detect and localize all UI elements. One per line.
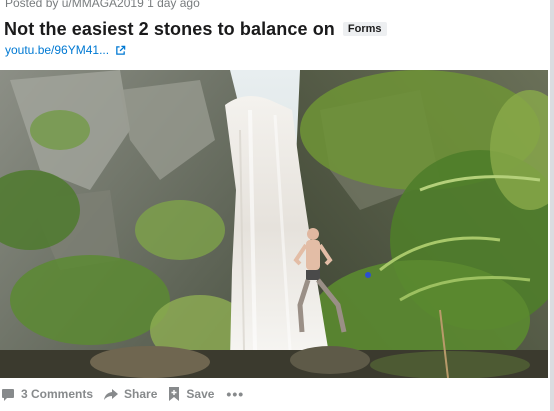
post-actions-bar: 3 Comments Share Save ••• — [0, 384, 254, 404]
save-button[interactable]: Save — [167, 386, 214, 402]
share-label: Share — [124, 387, 158, 401]
comments-label: 3 Comments — [21, 387, 94, 401]
post-link-text[interactable]: youtu.be/96YM41... — [5, 43, 109, 57]
bookmark-icon — [169, 387, 180, 401]
more-options-button[interactable]: ••• — [224, 386, 244, 402]
share-arrow-icon — [104, 389, 119, 400]
share-button[interactable]: Share — [103, 386, 157, 402]
waterfall-scene — [0, 70, 548, 378]
post-media-image[interactable] — [0, 70, 548, 378]
post-flair[interactable]: Forms — [342, 22, 387, 36]
save-label: Save — [186, 387, 215, 401]
external-link-icon[interactable] — [115, 45, 126, 56]
more-icon: ••• — [226, 386, 245, 402]
post-title-row: Not the easiest 2 stones to balance on F… — [4, 18, 387, 40]
post-link[interactable]: youtu.be/96YM41... — [5, 43, 126, 57]
comment-icon — [2, 389, 14, 401]
post-title[interactable]: Not the easiest 2 stones to balance on — [4, 19, 335, 40]
comments-button[interactable]: 3 Comments — [0, 386, 93, 402]
scrollbar-edge — [550, 0, 554, 411]
post-meta: Posted by u/MMAGA2019 1 day ago — [5, 0, 200, 10]
